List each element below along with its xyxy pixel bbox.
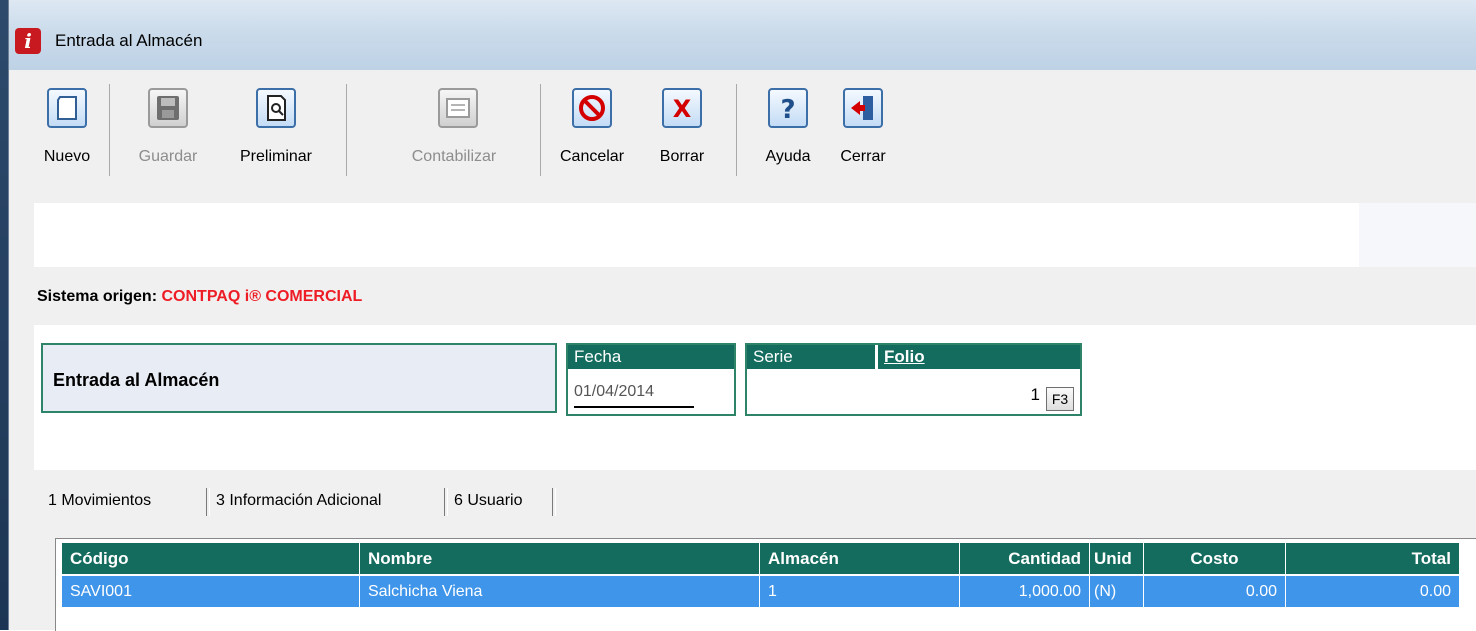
delete-x-icon: X xyxy=(662,88,702,128)
cell-costo[interactable]: 0.00 xyxy=(1144,576,1286,607)
col-header-nombre[interactable]: Nombre xyxy=(360,543,760,574)
cell-total[interactable]: 0.00 xyxy=(1286,576,1460,607)
main-window: i Entrada al Almacén Nuevo Guardar Preli… xyxy=(8,0,1476,631)
tab-informacion-adicional[interactable]: 3 Información Adicional xyxy=(216,485,381,517)
contabilizar-label: Contabilizar xyxy=(411,148,497,165)
col-header-unidad[interactable]: Unid xyxy=(1090,543,1144,574)
fecha-header: Fecha xyxy=(568,345,734,369)
cerrar-label: Cerrar xyxy=(840,148,886,165)
tab-usuario[interactable]: 6 Usuario xyxy=(454,485,522,517)
document-type-box: Entrada al Almacén xyxy=(41,343,557,413)
cell-cantidad[interactable]: 1,000.00 xyxy=(960,576,1090,607)
serie-folio-box: Serie Folio 1 F3 xyxy=(745,343,1082,416)
toolbar-separator xyxy=(736,84,737,176)
close-door-icon xyxy=(843,88,883,128)
fecha-underline xyxy=(574,406,694,408)
ayuda-button[interactable]: ? Ayuda xyxy=(752,80,824,190)
folio-input[interactable]: 1 xyxy=(1031,385,1040,405)
svg-text:X: X xyxy=(673,95,692,123)
help-icon: ? xyxy=(768,88,808,128)
new-doc-icon xyxy=(47,88,87,128)
cell-codigo[interactable]: SAVI001 xyxy=(62,576,360,607)
folio-header: Folio xyxy=(878,345,1080,369)
document-title: Entrada al Almacén xyxy=(53,370,220,390)
cancelar-button[interactable]: Cancelar xyxy=(546,80,638,190)
guardar-button[interactable]: Guardar xyxy=(120,80,216,190)
window-title: Entrada al Almacén xyxy=(55,31,203,50)
borrar-label: Borrar xyxy=(659,148,705,165)
preliminar-button[interactable]: Preliminar xyxy=(224,80,328,190)
guardar-label: Guardar xyxy=(138,148,198,165)
fecha-box: Fecha 01/04/2014 xyxy=(566,343,736,416)
toolbar-separator xyxy=(346,84,347,176)
tab-separator xyxy=(444,488,448,516)
fecha-input[interactable]: 01/04/2014 xyxy=(574,383,654,401)
window-content: Nuevo Guardar Preliminar Contabilizar Ca… xyxy=(24,70,1476,631)
ayuda-label: Ayuda xyxy=(765,148,811,165)
tab-separator xyxy=(206,488,210,516)
cerrar-button[interactable]: Cerrar xyxy=(828,80,898,190)
toolbar-separator xyxy=(109,84,110,176)
serie-header: Serie xyxy=(747,345,877,369)
borrar-button[interactable]: X Borrar xyxy=(642,80,722,190)
accounting-icon xyxy=(438,88,478,128)
toolbar-separator xyxy=(540,84,541,176)
origin-system: Sistema origen: CONTPAQ i® COMERCIAL xyxy=(37,288,362,306)
f3-button[interactable]: F3 xyxy=(1046,387,1074,411)
save-disk-icon xyxy=(148,88,188,128)
info-band-right xyxy=(1359,203,1476,267)
col-header-codigo[interactable]: Código xyxy=(62,543,360,574)
origin-value: CONTPAQ i® COMERCIAL xyxy=(161,288,363,305)
cell-nombre[interactable]: Salchicha Viena xyxy=(360,576,760,607)
toolbar: Nuevo Guardar Preliminar Contabilizar Ca… xyxy=(34,80,1464,190)
preliminar-label: Preliminar xyxy=(239,148,312,165)
col-header-cantidad[interactable]: Cantidad xyxy=(960,543,1090,574)
cancelar-label: Cancelar xyxy=(559,148,625,165)
contabilizar-button[interactable]: Contabilizar xyxy=(392,80,516,190)
origin-label: Sistema origen: xyxy=(37,288,158,305)
cell-almacen[interactable]: 1 xyxy=(760,576,960,607)
cancel-icon xyxy=(572,88,612,128)
col-header-total[interactable]: Total xyxy=(1286,543,1460,574)
title-bar: i Entrada al Almacén xyxy=(9,0,1476,70)
tab-separator xyxy=(552,488,556,516)
col-header-costo[interactable]: Costo xyxy=(1144,543,1286,574)
nuevo-label: Nuevo xyxy=(43,148,91,165)
info-band xyxy=(34,203,1476,267)
col-header-almacen[interactable]: Almacén xyxy=(760,543,960,574)
tab-movimientos[interactable]: 1 Movimientos xyxy=(48,485,151,517)
movements-grid: Código Nombre Almacén Cantidad Unid Cost… xyxy=(55,538,1476,631)
app-icon: i xyxy=(15,28,41,54)
nuevo-button[interactable]: Nuevo xyxy=(34,80,100,190)
preview-icon xyxy=(256,88,296,128)
svg-text:?: ? xyxy=(780,95,795,125)
cell-unidad[interactable]: (N) xyxy=(1090,576,1144,607)
